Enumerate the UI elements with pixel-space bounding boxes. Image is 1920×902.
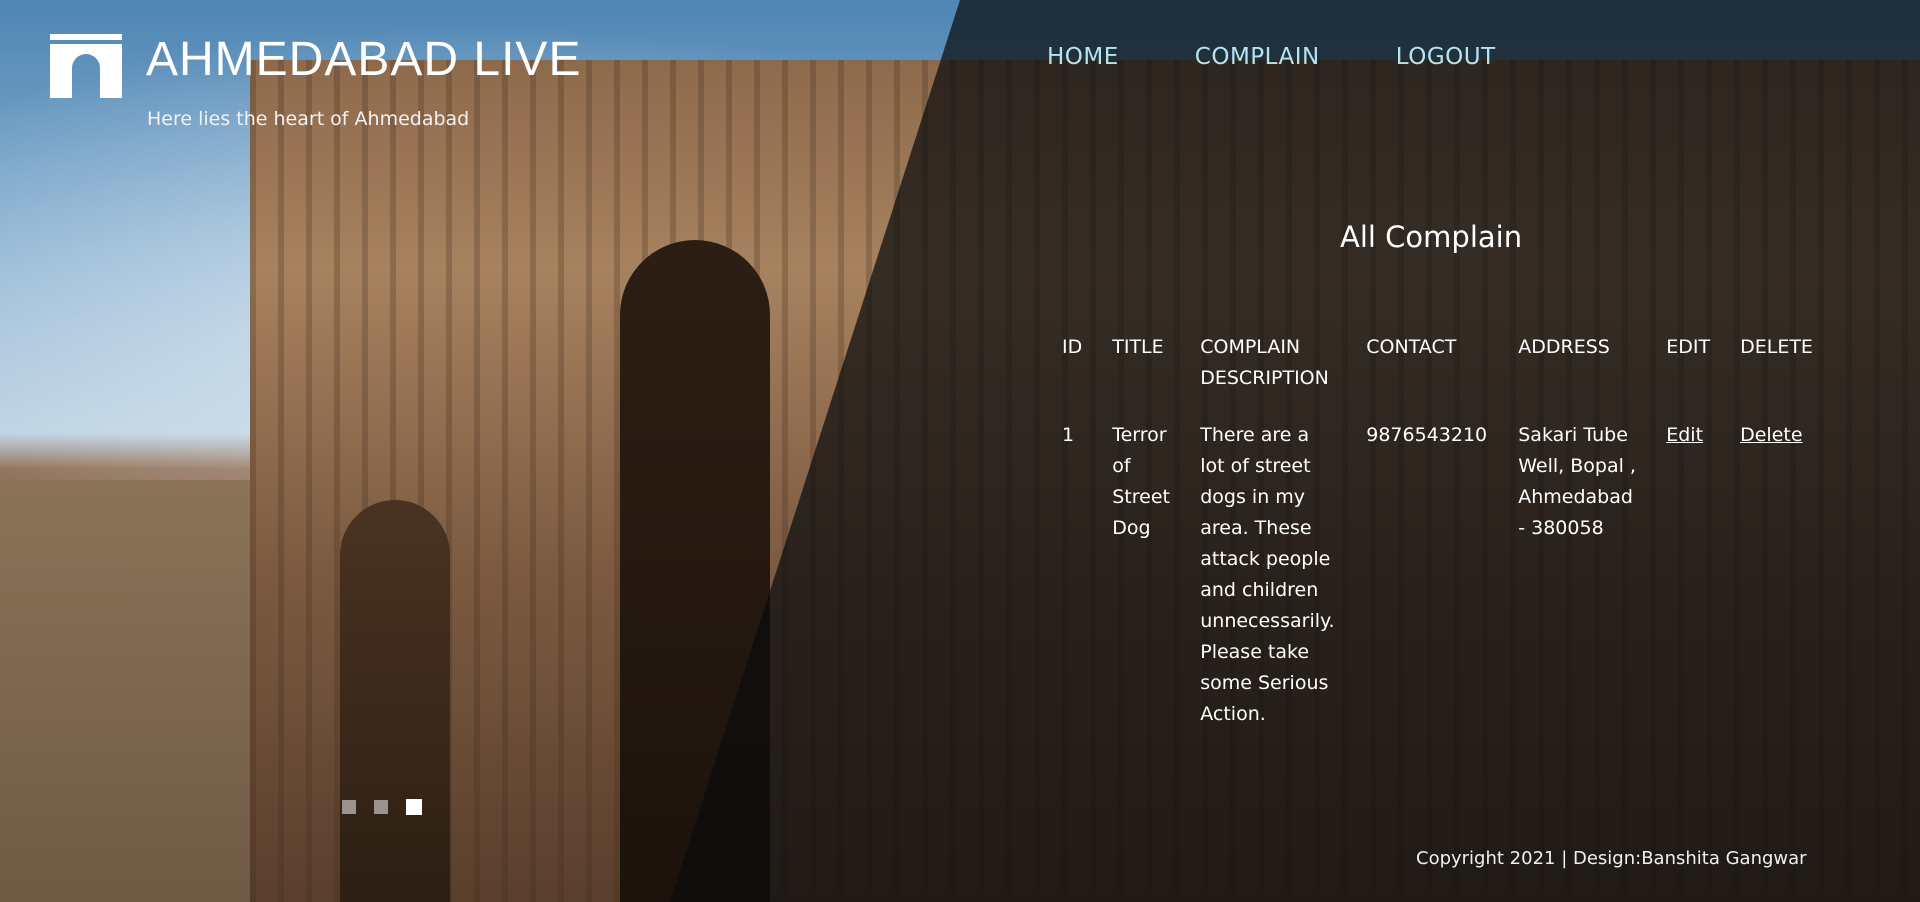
edit-link[interactable]: Edit [1666,424,1703,446]
nav-home-link[interactable]: HOME [1047,44,1119,70]
delete-link[interactable]: Delete [1740,424,1802,446]
column-header-description: COMPLAIN DESCRIPTION [1200,336,1329,389]
main-nav: HOME COMPLAIN LOGOUT [1047,44,1496,70]
column-header-edit: EDIT [1666,336,1711,358]
complaints-table: ID TITLE COMPLAIN DESCRIPTION CONTACT AD… [1062,332,1843,730]
cell-edit: Edit [1666,420,1740,730]
column-header-title: TITLE [1112,336,1164,358]
slider-dots [342,799,422,815]
cell-delete: Delete [1740,420,1843,730]
cell-title: Terror of Street Dog [1112,424,1170,539]
cell-id: 1 [1062,424,1075,446]
column-header-contact: CONTACT [1366,336,1457,358]
background-small-arch [340,500,450,902]
column-header-delete: DELETE [1740,336,1813,358]
gate-icon[interactable] [50,34,122,98]
nav-logout-link[interactable]: LOGOUT [1396,44,1496,70]
table-header-row: ID TITLE COMPLAIN DESCRIPTION CONTACT AD… [1062,332,1843,420]
table-row: 1 Terror of Street Dog There are a lot o… [1062,420,1843,730]
cell-address: Sakari Tube Well, Bopal , Ahmedabad - 38… [1518,424,1636,539]
footer-copyright: Copyright 2021 | Design:Banshita Gangwar [1416,848,1807,869]
site-tagline: Here lies the heart of Ahmedabad [147,108,470,130]
slider-dot-1[interactable] [342,800,356,814]
slider-dot-2[interactable] [374,800,388,814]
slider-dot-3[interactable] [406,799,422,815]
column-header-address: ADDRESS [1518,336,1610,358]
site-title[interactable]: AHMEDABAD LIVE [146,30,581,90]
page-title: All Complain [1340,220,1523,254]
nav-complain-link[interactable]: COMPLAIN [1195,44,1320,70]
column-header-id: ID [1062,336,1083,358]
cell-description: There are a lot of street dogs in my are… [1200,424,1335,725]
cell-contact: 9876543210 [1366,424,1488,446]
